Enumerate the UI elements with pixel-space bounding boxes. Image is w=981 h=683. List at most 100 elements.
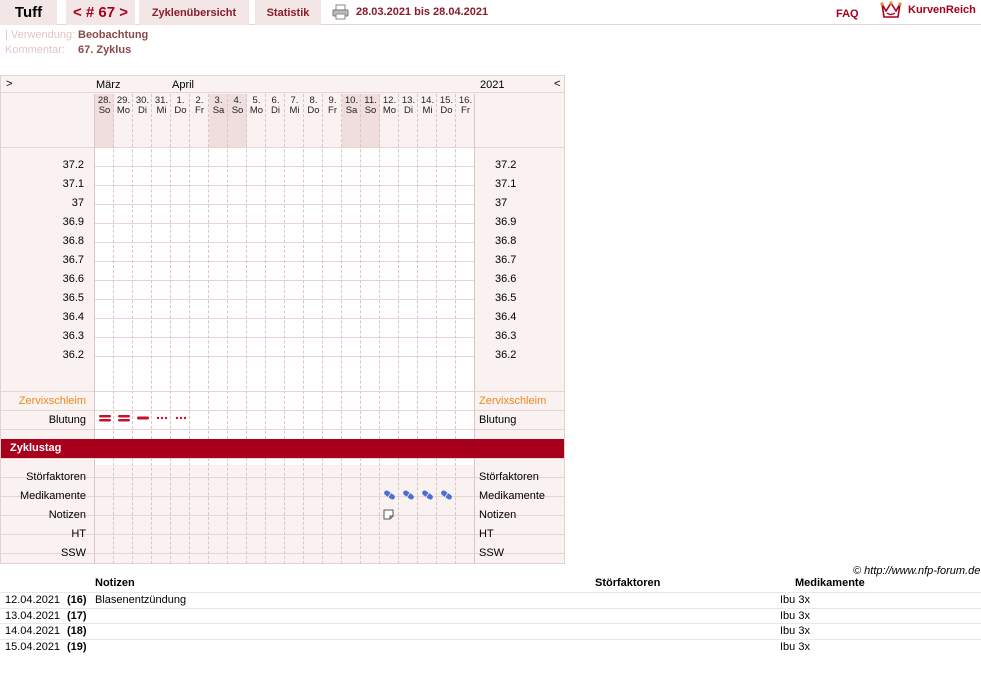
day-header[interactable]: 12. Mo [380, 96, 399, 116]
day-header[interactable]: 6. Di [266, 96, 285, 116]
temp-axis-label: 37.2 [62, 159, 84, 171]
day-column-line [360, 94, 361, 439]
day-column-line [208, 458, 209, 564]
day-weekday: Fr [328, 105, 337, 116]
day-column-line [455, 94, 456, 439]
temp-axis-label: 36.3 [62, 330, 84, 342]
day-column-line [474, 94, 475, 564]
day-weekday: Do [174, 105, 187, 116]
row-date: 14.04.2021 [5, 625, 61, 637]
day-weekday: Di [271, 105, 280, 116]
day-header[interactable]: 31. Mi [152, 96, 171, 116]
chart-nav-next[interactable]: < [554, 78, 560, 90]
day-weekday: So [231, 105, 244, 116]
grid-row-line [1, 391, 564, 392]
day-header[interactable]: 9. Fr [323, 96, 342, 116]
temp-axis-label-right: 36.5 [495, 292, 517, 304]
temp-axis-label: 36.4 [62, 311, 84, 323]
bleeding-mark-light[interactable] [155, 414, 169, 422]
pill-icon[interactable] [440, 490, 453, 500]
pill-icon[interactable] [402, 490, 415, 500]
day-column-line [113, 458, 114, 564]
day-weekday: So [364, 105, 377, 116]
day-weekday: Mi [289, 105, 300, 116]
year-label: 2021 [480, 79, 505, 91]
day-header[interactable]: 3. Sa [209, 96, 228, 116]
day-header[interactable]: 5. Mo [247, 96, 266, 116]
comment-value: 67. Zyklus [78, 44, 132, 56]
copyright-link[interactable]: © http://www.nfp-forum.de [853, 565, 980, 577]
chart-nav-prev[interactable]: > [6, 78, 12, 90]
bleeding-mark-medium[interactable] [136, 414, 150, 422]
day-header[interactable]: 10. Sa [342, 96, 361, 116]
day-column-line [398, 94, 399, 439]
pill-icon[interactable] [383, 490, 396, 500]
day-column-line [265, 458, 266, 564]
temp-axis-label-right: 36.8 [495, 235, 517, 247]
day-header[interactable]: 29. Mo [114, 96, 133, 116]
day-column-line [284, 94, 285, 439]
table-row: 14.04.2021 (18) Ibu 3x [0, 623, 981, 638]
table-row: 15.04.2021 (19) Ibu 3x [0, 638, 981, 654]
cycle-meta: | Verwendung: Beobachtung Kommentar: 67. Z… [5, 29, 148, 59]
row-cycle-day: (17) [67, 609, 87, 622]
temp-axis-label-right: 37 [495, 197, 508, 209]
bleeding-mark-light[interactable] [174, 414, 188, 422]
day-column-line [132, 458, 133, 564]
printer-icon[interactable] [332, 4, 349, 20]
month-label-april: April [172, 79, 195, 91]
day-header[interactable]: 13. Di [399, 96, 418, 116]
day-column-line [379, 94, 380, 439]
grid-row-line [1, 410, 564, 411]
row-meds: Ibu 3x [780, 640, 810, 653]
pill-icon[interactable] [421, 490, 434, 500]
day-header[interactable]: 8. Do [304, 96, 323, 116]
faq-link[interactable]: FAQ [836, 8, 859, 20]
day-header[interactable]: 28. So [95, 96, 114, 116]
grid-row-line [1, 458, 564, 459]
bleeding-mark-heavy[interactable] [117, 414, 131, 422]
temp-axis-label: 37.1 [62, 178, 84, 190]
day-header[interactable]: 4. So [228, 96, 247, 116]
day-column-line [170, 94, 171, 439]
day-header[interactable]: 15. Do [437, 96, 456, 116]
day-header[interactable]: 16. Fr [456, 96, 475, 116]
row-label-cervix: Zervixschleim [18, 395, 86, 407]
row-label-ssw: SSW [60, 547, 86, 559]
day-header[interactable]: 7. Mi [285, 96, 304, 116]
day-header[interactable]: 30. Di [133, 96, 152, 116]
row-note: Blasenentzündung [95, 594, 187, 606]
row-label-ssw-right: SSW [479, 547, 505, 559]
bleeding-mark-heavy[interactable] [98, 414, 112, 422]
day-weekday: Sa [345, 105, 358, 116]
day-header[interactable]: 11. So [361, 96, 380, 116]
temp-axis-label: 36.9 [62, 216, 84, 228]
row-label-disturb: Störfaktoren [26, 471, 86, 483]
temp-axis-label-right: 36.9 [495, 216, 517, 228]
day-column-line [303, 458, 304, 564]
day-weekday: Di [404, 105, 413, 116]
day-column-line [417, 94, 418, 439]
row-label-disturb-right: Störfaktoren [479, 471, 539, 483]
table-header-notes: Notizen [95, 577, 135, 589]
day-weekday: Mo [116, 105, 131, 116]
day-header[interactable]: 14. Mi [418, 96, 437, 116]
tab-cycle-overview[interactable]: Zyklenübersicht [139, 0, 249, 25]
usage-label: | Verwendung: [5, 29, 76, 41]
temp-axis-label: 36.8 [62, 235, 84, 247]
logo-text[interactable]: KurvenReich [908, 4, 976, 16]
day-header[interactable]: 2. Fr [190, 96, 209, 116]
kurvenreich-logo-icon[interactable] [880, 1, 902, 19]
day-header[interactable]: 1. Do [171, 96, 190, 116]
day-column-line [417, 458, 418, 564]
day-column-line [189, 94, 190, 439]
note-icon[interactable] [383, 509, 394, 520]
tab-statistics[interactable]: Statistik [255, 0, 321, 25]
temp-axis-label-right: 36.6 [495, 273, 517, 285]
day-column-line [455, 458, 456, 564]
user-name-tab[interactable]: Tuff [0, 0, 57, 25]
cycle-navigator[interactable]: < # 67 > [66, 0, 135, 25]
row-label-notes: Notizen [48, 509, 86, 521]
row-label-meds-right: Medikamente [479, 490, 546, 502]
temp-axis-label-right: 37.2 [495, 159, 517, 171]
